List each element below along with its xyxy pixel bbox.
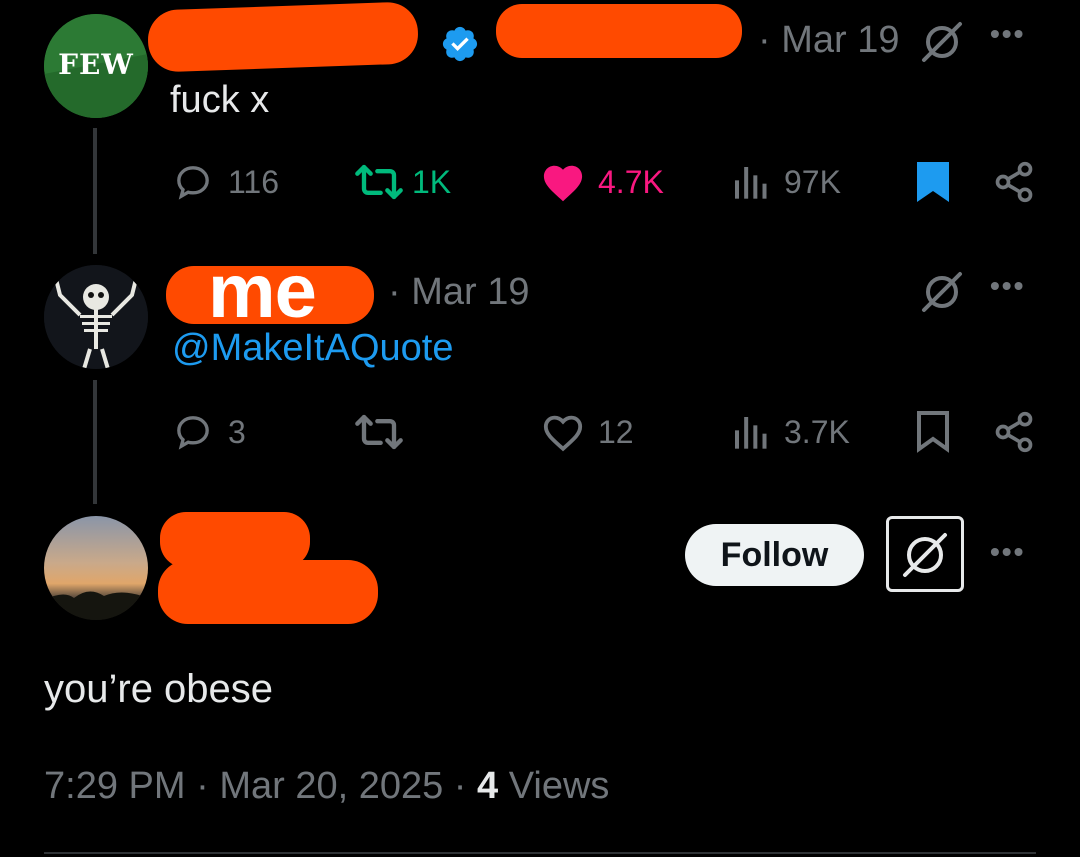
views-icon[interactable] [730,162,770,202]
share-icon[interactable] [992,160,1036,204]
reply-count: 116 [228,164,280,200]
follow-button[interactable]: Follow [685,524,864,586]
name-overlay-text: me [208,249,317,334]
tweet-date[interactable]: · Mar 19 [388,270,529,314]
retweet-icon[interactable] [354,412,404,452]
views-count: 97K [784,164,841,200]
meta-separator: · [196,765,209,807]
retweet-icon[interactable] [354,162,404,202]
redacted-handle [158,560,378,624]
grok-icon[interactable] [918,20,966,64]
tweet-date[interactable]: Mar 20, 2025 [219,765,443,807]
like-icon[interactable] [540,410,586,452]
tweet-time[interactable]: 7:29 PM [44,765,186,807]
bookmark-filled-icon[interactable] [914,160,952,204]
more-icon[interactable]: ••• [990,536,1025,568]
reply-count: 3 [228,414,246,450]
redacted-name [147,1,419,73]
avatar[interactable] [44,265,148,369]
follow-button-label: Follow [720,536,829,574]
sunset-avatar-image [44,516,148,620]
reply-icon[interactable] [172,162,214,202]
views-label: Views [508,765,610,807]
grok-button[interactable] [886,516,964,592]
like-count: 12 [598,414,634,450]
more-icon[interactable]: ••• [990,270,1025,302]
skeleton-avatar-image [44,265,148,369]
views-count: 4 [477,765,499,807]
divider [44,852,1036,854]
tweet-meta: 7:29 PM · Mar 20, 2025 · 4 Views [44,764,609,808]
bookmark-icon[interactable] [914,410,952,454]
like-count: 4.7K [598,164,664,200]
avatar-text: FEW [58,48,134,81]
verified-badge-icon [440,24,480,64]
tweet-date[interactable]: · Mar 19 [758,18,899,62]
mention-link[interactable]: @MakeItAQuote [172,326,453,370]
views-count: 3.7K [784,414,850,450]
grok-icon [903,533,947,577]
avatar[interactable] [44,516,148,620]
avatar[interactable]: FEW [44,14,148,118]
reply-icon[interactable] [172,412,214,452]
views-icon[interactable] [730,412,770,452]
like-filled-icon[interactable] [540,160,586,202]
more-icon[interactable]: ••• [990,18,1025,50]
grok-icon[interactable] [918,270,966,314]
thread-line [93,128,97,254]
share-icon[interactable] [992,410,1036,454]
meta-separator: · [453,765,467,807]
retweet-count: 1K [412,164,452,200]
tweet-text: you’re obese [44,667,274,711]
tweet-text: fuck x [170,79,270,121]
thread-line [93,380,97,504]
redacted-handle [496,4,742,58]
